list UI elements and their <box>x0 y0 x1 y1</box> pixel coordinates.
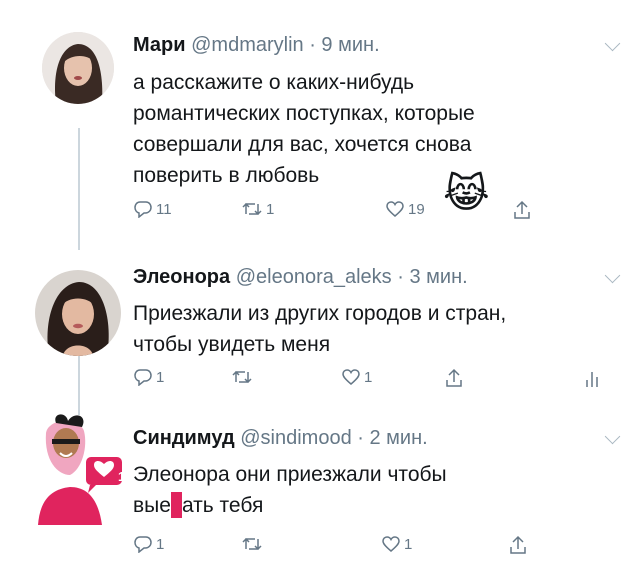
chevron-down-icon[interactable] <box>604 35 621 52</box>
tweet-actions: 1 1 <box>133 535 613 561</box>
retweet-button[interactable] <box>241 535 266 553</box>
like-count: 1 <box>364 368 373 386</box>
like-icon <box>382 536 400 552</box>
reply-icon <box>134 201 152 218</box>
tweet-text-line: Элеонора они приезжали чтобы <box>133 463 447 486</box>
tweet-actions: 11 1 19 <box>133 200 613 226</box>
avatar[interactable]: 1 <box>30 413 130 525</box>
like-button[interactable]: 1 <box>381 535 412 553</box>
author-handle[interactable]: @eleonora_aleks <box>236 266 392 288</box>
reply-button[interactable]: 1 <box>133 368 164 386</box>
reply-button[interactable]: 1 <box>133 535 164 553</box>
reply-count: 11 <box>156 200 172 218</box>
reply-count: 1 <box>156 535 165 553</box>
author-name[interactable]: Синдимуд <box>133 427 235 449</box>
tweet-text-line: вые ать тебя <box>133 490 603 521</box>
chevron-down-icon[interactable] <box>604 428 621 445</box>
tweet-header: Синдимуд @sindimood · 2 мин. <box>133 427 428 450</box>
tweet-mari[interactable]: Мари @mdmarylin · 9 мин. а расскажите о … <box>0 0 640 250</box>
share-icon <box>446 368 462 387</box>
reply-button[interactable]: 11 <box>133 200 172 218</box>
author-name[interactable]: Элеонора <box>133 266 230 288</box>
tweet-header: Мари @mdmarylin · 9 мин. <box>133 34 380 57</box>
analytics-button[interactable] <box>585 368 599 388</box>
tweet-text-line: Приезжали из других городов и стран, <box>133 302 507 325</box>
notification-badge: 1 <box>118 469 126 484</box>
share-icon <box>510 535 526 554</box>
like-icon <box>342 369 360 385</box>
retweet-icon <box>242 202 262 216</box>
like-button[interactable]: 1 <box>341 368 372 386</box>
timestamp[interactable]: · 3 мин. <box>397 266 467 288</box>
author-name[interactable]: Мари <box>133 34 186 56</box>
share-icon <box>514 200 530 219</box>
retweet-count: 1 <box>266 200 275 218</box>
tweet-text: Приезжали из других городов и стран, что… <box>133 298 613 360</box>
share-button[interactable] <box>509 535 527 555</box>
like-count: 19 <box>408 200 425 218</box>
tweet-actions: 1 1 <box>133 368 613 394</box>
author-handle[interactable]: @mdmarylin <box>191 34 304 56</box>
avatar[interactable] <box>35 270 121 356</box>
analytics-icon <box>586 372 598 387</box>
text-fragment: вые <box>133 494 171 517</box>
timestamp[interactable]: · 9 мин. <box>309 34 379 56</box>
censor-bar <box>170 492 182 518</box>
share-button[interactable] <box>513 200 531 220</box>
retweet-button[interactable] <box>231 368 256 386</box>
reply-icon <box>134 369 152 386</box>
retweet-icon <box>242 537 262 551</box>
tweet-text-line: чтобы увидеть меня <box>133 333 331 356</box>
tweet-header: Элеонора @eleonora_aleks · 3 мин. <box>133 266 468 289</box>
author-handle[interactable]: @sindimood <box>240 427 351 449</box>
retweet-button[interactable]: 1 <box>241 200 274 218</box>
like-count: 1 <box>404 535 413 553</box>
retweet-icon <box>232 370 252 384</box>
like-icon <box>386 201 404 217</box>
cartoon-avatar-icon <box>38 414 122 525</box>
tweet-text: Элеонора они приезжали чтобы вые ать тебя <box>133 459 603 521</box>
share-button[interactable] <box>445 368 463 388</box>
reply-icon <box>134 536 152 553</box>
like-button[interactable]: 19 <box>385 200 425 218</box>
chevron-down-icon[interactable] <box>604 267 621 284</box>
text-fragment: ать тебя <box>181 494 264 517</box>
timestamp[interactable]: · 2 мин. <box>357 427 427 449</box>
avatar[interactable] <box>42 32 114 104</box>
tweet-sindimood[interactable]: 1 Синдимуд @sindimood · 2 мин. Элеонора … <box>0 395 640 577</box>
reply-count: 1 <box>156 368 165 386</box>
tweet-eleonora[interactable]: Элеонора @eleonora_aleks · 3 мин. Приезж… <box>0 250 640 395</box>
